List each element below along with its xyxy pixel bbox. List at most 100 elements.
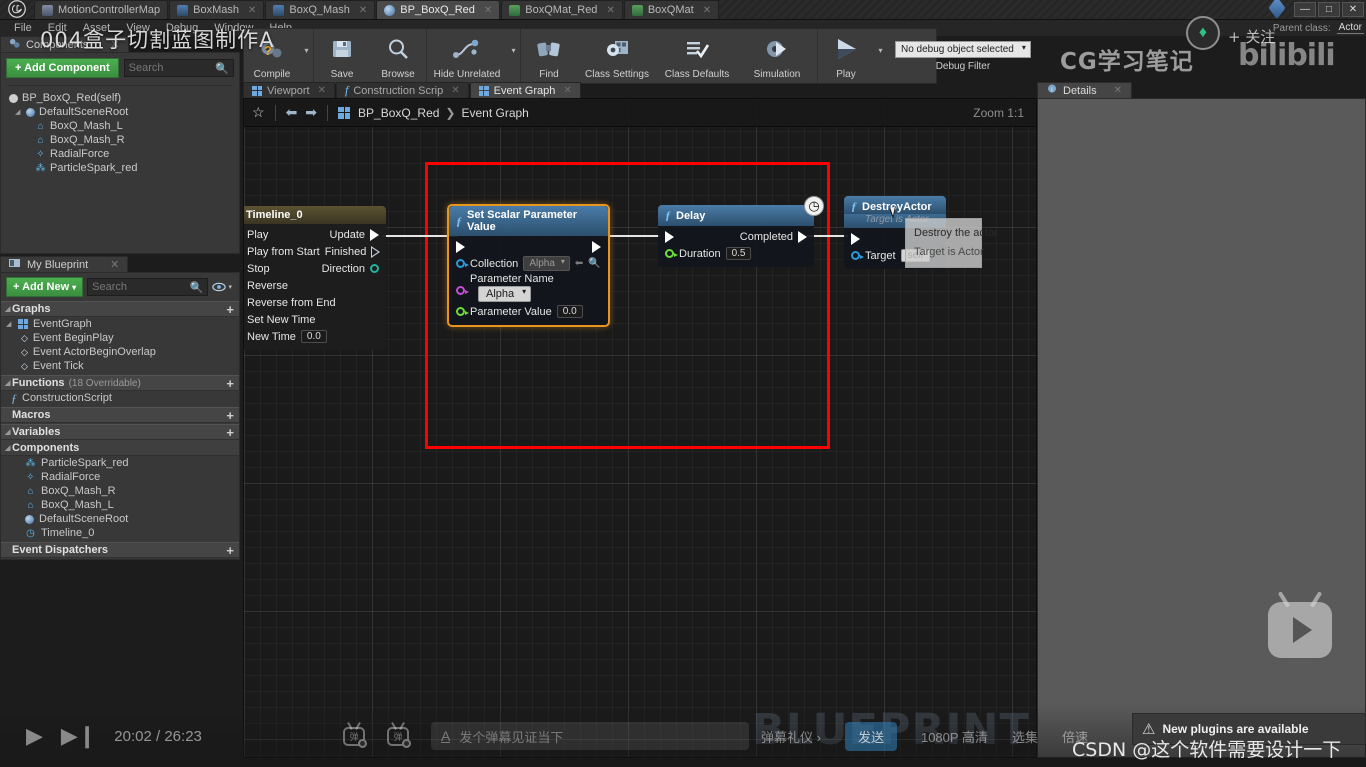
window-tab-close-icon[interactable]: ✕ [248,5,256,16]
pin-set-new-time[interactable]: Set New Time [244,311,386,328]
back-arrow-icon[interactable]: ⬅ [286,104,298,121]
pin-play[interactable]: Play Update [244,226,386,243]
window-tab-close-icon[interactable]: ✕ [359,5,367,16]
list-item-event-beginplay[interactable]: ◇ Event BeginPlay [1,331,239,345]
window-tab-close-icon[interactable]: ✕ [606,5,614,16]
breadcrumb-leaf[interactable]: Event Graph [461,106,528,120]
use-selected-asset-icon[interactable]: ⬅ [575,258,583,269]
tab-construction-script[interactable]: f Construction Scrip ✕ [336,82,469,98]
play-button[interactable]: Play [818,29,874,83]
compile-dropdown-caret-icon[interactable]: ▾ [300,29,313,83]
section-functions[interactable]: ◢ Functions (18 Overridable) + [1,375,239,391]
input-pin-parameter-value[interactable] [456,307,469,316]
parameter-value-field[interactable]: 0.0 [556,305,583,318]
window-tab-boxmash[interactable]: BoxMash ✕ [169,0,265,19]
pin-parameter-value[interactable]: Parameter Value 0.0 [449,303,608,320]
add-event-dispatcher-button[interactable]: + [226,543,239,558]
hide-unrelated-caret-icon[interactable]: ▾ [507,29,520,83]
follow-button[interactable]: + 关注 [1228,26,1275,47]
myblueprint-panel-close-icon[interactable]: ✕ [94,258,119,271]
add-variable-button[interactable]: + [226,425,239,440]
maximize-button[interactable]: □ [1318,1,1340,17]
tree-item-boxq-mash-l[interactable]: ⌂ BoxQ_Mash_L [1,119,239,133]
minimize-button[interactable]: — [1294,1,1316,17]
list-item-event-actorbeginoverlap[interactable]: ◇ Event ActorBeginOverlap [1,345,239,359]
new-time-value-field[interactable]: 0.0 [300,330,327,343]
class-defaults-button[interactable]: Class Defaults [657,29,737,83]
parameter-name-dropdown[interactable]: Alpha [478,286,532,302]
list-item-constructionscript[interactable]: ƒ ConstructionScript [1,391,239,405]
exec-output-pin[interactable] [592,240,601,253]
list-item-radialforce[interactable]: ✧ RadialForce [1,470,239,484]
list-item-particlespark-red[interactable]: ⁂ ParticleSpark_red [1,456,239,470]
section-components[interactable]: ◢ Components [1,440,239,456]
tab-close-icon[interactable]: ✕ [563,85,571,96]
details-panel-tab[interactable]: i Details ✕ [1037,82,1133,98]
expander-triangle-icon[interactable]: ◢ [5,379,12,387]
input-pin-duration[interactable] [665,249,678,258]
pin-reverse-from-end[interactable]: Reverse from End [244,294,386,311]
section-graphs[interactable]: ◢ Graphs + [1,301,239,317]
exec-input-pin[interactable] [456,240,465,253]
save-button[interactable]: Save [314,29,370,83]
components-search-input[interactable]: Search 🔍 [123,59,234,77]
pin-reverse[interactable]: Reverse [244,277,386,294]
menu-file[interactable]: File [6,22,40,34]
exec-output-pin-update[interactable] [370,228,379,241]
tree-item-radialforce[interactable]: ✧ RadialForce [1,147,239,161]
exec-output-pin-completed[interactable] [798,230,807,243]
exec-input-pin[interactable] [851,232,860,245]
input-pin-target[interactable] [851,251,864,260]
play-icon[interactable]: ▶ [26,723,43,749]
window-tab-boxqmat[interactable]: BoxQMat ✕ [623,0,720,19]
section-macros[interactable]: Macros + [1,407,239,423]
close-button[interactable]: ✕ [1342,1,1364,17]
visibility-eye-icon[interactable]: ▾ [212,282,234,292]
tree-item-particlespark-red[interactable]: ⁂ ParticleSpark_red [1,161,239,175]
pin-duration[interactable]: Duration 0.5 [658,245,814,262]
debug-object-select[interactable]: No debug object selected [895,40,1031,58]
tree-item-defaultsceneroot[interactable]: ◢ DefaultSceneRoot [1,105,239,119]
myblueprint-panel-tab[interactable]: My Blueprint ✕ [0,256,129,272]
list-item-event-tick[interactable]: ◇ Event Tick [1,359,239,373]
tab-close-icon[interactable]: ✕ [318,85,326,96]
node-set-scalar-parameter-value[interactable]: ƒ Set Scalar Parameter Value Collection … [447,204,610,327]
pin-new-time[interactable]: New Time 0.0 [244,328,386,345]
browse-button[interactable]: Browse [370,29,426,83]
event-graph-canvas[interactable]: ☆ ⬅ ➡ BP_BoxQ_Red ❯ Event Graph Zoom 1:1… [243,98,1037,758]
play-dropdown-caret-icon[interactable]: ▾ [874,29,887,83]
node-timeline-0[interactable]: Timeline_0 Play Update Play from Start F… [244,206,386,350]
window-tab-boxqmat-red[interactable]: BoxQMat_Red ✕ [501,0,623,19]
favorite-star-icon[interactable]: ☆ [252,104,265,121]
expander-triangle-icon[interactable]: ◢ [15,108,22,116]
exec-pin-row[interactable]: Completed [658,228,814,245]
section-variables[interactable]: ◢ Variables + [1,424,239,440]
expander-triangle-icon[interactable]: ◢ [5,444,12,452]
uploader-avatar[interactable]: ♦ [1186,16,1220,50]
list-item-boxq-mash-l[interactable]: ⌂ BoxQ_Mash_L [1,498,239,512]
list-item-defaultsceneroot[interactable]: DefaultSceneRoot [1,512,239,526]
section-event-dispatchers[interactable]: Event Dispatchers + [1,542,239,558]
details-panel-close-icon[interactable]: ✕ [1114,85,1122,96]
list-item-eventgraph[interactable]: ◢ EventGraph [1,317,239,331]
myblueprint-search-input[interactable]: Search 🔍 [87,278,209,296]
window-tab-close-icon[interactable]: ✕ [703,5,711,16]
add-function-button[interactable]: + [226,376,239,391]
simulation-button[interactable]: Simulation [737,29,817,83]
window-tab-motioncontrollermap[interactable]: MotionControllerMap [34,0,169,19]
expander-triangle-icon[interactable]: ◢ [6,320,13,328]
exec-output-pin-finished[interactable] [371,245,381,258]
collection-dropdown[interactable]: Alpha [523,256,570,271]
parent-class-value[interactable]: Actor [1336,22,1364,34]
add-graph-button[interactable]: + [226,302,239,317]
window-tab-close-icon[interactable]: ✕ [484,5,492,16]
duration-value-field[interactable]: 0.5 [725,247,752,260]
window-tab-boxq-mash[interactable]: BoxQ_Mash ✕ [265,0,376,19]
input-pin-parameter-name[interactable] [456,286,469,295]
tree-item-boxq-mash-r[interactable]: ⌂ BoxQ_Mash_R [1,133,239,147]
list-item-timeline-0[interactable]: ◷ Timeline_0 [1,526,239,540]
forward-arrow-icon[interactable]: ➡ [305,104,317,121]
exec-input-pin[interactable] [665,230,674,243]
node-delay[interactable]: ƒ Delay Completed Duration 0.5 [658,205,814,267]
tab-close-icon[interactable]: ✕ [451,85,459,96]
